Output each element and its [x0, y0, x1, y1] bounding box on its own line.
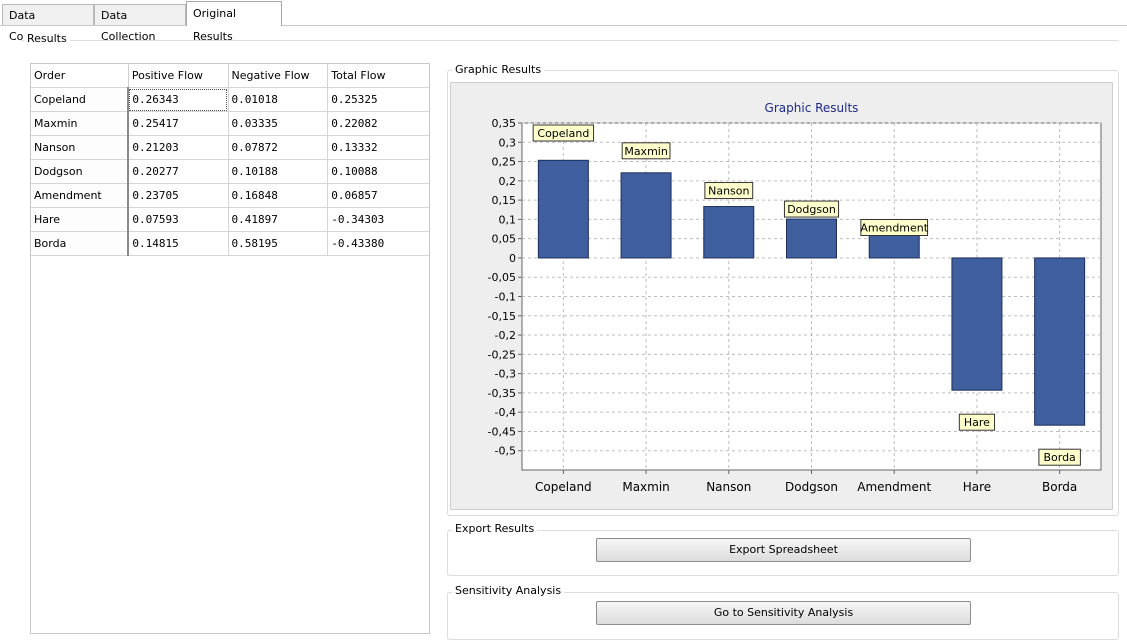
- y-tick-label: -0,05: [488, 271, 516, 284]
- data-label: Dodgson: [787, 203, 836, 216]
- table-row[interactable]: Borda 0.14815 0.58195 -0.43380: [30, 231, 430, 256]
- chart-panel: Graphic Results 0,35 0,3 0,25 0,2 0,15 0,1 0,05…: [450, 82, 1113, 510]
- cell-negative-flow[interactable]: 0.41897: [227, 207, 329, 232]
- table-row[interactable]: Dodgson 0.20277 0.10188 0.10088: [30, 159, 430, 184]
- tab-data-collection-1[interactable]: Data Collection: [2, 4, 94, 43]
- table-row[interactable]: Amendment 0.23705 0.16848 0.06857: [30, 183, 430, 208]
- row-header[interactable]: Copeland: [30, 87, 130, 112]
- data-label: Nanson: [708, 185, 749, 198]
- cell-negative-flow[interactable]: 0.07872: [227, 135, 329, 160]
- row-header[interactable]: Hare: [30, 207, 130, 232]
- row-header[interactable]: Maxmin: [30, 111, 130, 136]
- cell-total-flow[interactable]: 0.22082: [327, 111, 430, 136]
- cell-negative-flow[interactable]: 0.16848: [227, 183, 329, 208]
- sensitivity-analysis-legend: Sensitivity Analysis: [452, 584, 565, 597]
- y-tick-label: -0,15: [488, 310, 516, 323]
- y-tick-label: -0,3: [495, 368, 516, 381]
- tab-data-collection-2[interactable]: Data Collection: [94, 4, 186, 43]
- bar: [951, 257, 1003, 391]
- y-tick-label: 0,2: [499, 175, 517, 188]
- cell-negative-flow[interactable]: 0.03335: [227, 111, 329, 136]
- cell-negative-flow[interactable]: 0.01018: [227, 87, 329, 112]
- y-tick-label: 0,1: [499, 213, 517, 226]
- x-tick-label: Dodgson: [785, 480, 838, 494]
- cell-total-flow[interactable]: 0.13332: [327, 135, 430, 160]
- column-header-positive-flow[interactable]: Positive Flow: [127, 63, 229, 88]
- row-header[interactable]: Dodgson: [30, 159, 130, 184]
- x-tick-label: Borda: [1042, 480, 1077, 494]
- x-tick-label: Maxmin: [622, 480, 669, 494]
- tab-bar: Data Collection Data Collection Original…: [0, 0, 1127, 43]
- cell-positive-flow[interactable]: 0.14815: [127, 231, 229, 256]
- y-tick-label: 0,05: [492, 233, 517, 246]
- bar: [1034, 257, 1086, 426]
- cell-total-flow[interactable]: -0.34303: [327, 207, 430, 232]
- data-label: Borda: [1043, 451, 1075, 464]
- table-row[interactable]: Maxmin 0.25417 0.03335 0.22082: [30, 111, 430, 136]
- cell-positive-flow[interactable]: 0.07593: [127, 207, 229, 232]
- cell-positive-flow[interactable]: 0.21203: [127, 135, 229, 160]
- y-tick-label: -0,2: [495, 329, 516, 342]
- go-to-sensitivity-analysis-button[interactable]: Go to Sensitivity Analysis: [596, 601, 971, 625]
- results-legend: Results: [24, 32, 70, 45]
- graphic-results-legend: Graphic Results: [452, 63, 545, 76]
- row-header[interactable]: Nanson: [30, 135, 130, 160]
- cell-total-flow[interactable]: 0.10088: [327, 159, 430, 184]
- x-tick-label: Copeland: [535, 480, 592, 494]
- export-results-legend: Export Results: [452, 522, 538, 535]
- bar: [620, 172, 672, 259]
- column-header-order[interactable]: Order: [30, 63, 129, 88]
- y-tick-label: -0,5: [495, 445, 516, 458]
- cell-positive-flow[interactable]: 0.20277: [127, 159, 229, 184]
- x-tick-label: Amendment: [857, 480, 931, 494]
- results-table: Order Positive Flow Negative Flow Total …: [30, 63, 430, 256]
- row-header[interactable]: Borda: [30, 231, 130, 256]
- tab-divider: [0, 25, 1127, 26]
- export-spreadsheet-button[interactable]: Export Spreadsheet: [596, 538, 971, 562]
- tab-original-results[interactable]: Original Results: [186, 1, 282, 43]
- data-label: Maxmin: [624, 145, 668, 158]
- data-label: Amendment: [860, 222, 928, 235]
- y-tick-label: 0,25: [492, 156, 517, 169]
- bar: [786, 218, 837, 259]
- column-header-total-flow[interactable]: Total Flow: [327, 63, 430, 88]
- y-tick-label: 0,3: [499, 136, 517, 149]
- x-tick-label: Nanson: [706, 480, 751, 494]
- chart-title: Graphic Results: [765, 101, 859, 115]
- y-tick-label: 0,15: [492, 194, 517, 207]
- table-row[interactable]: Copeland 0.26343 0.01018 0.25325: [30, 87, 430, 112]
- column-header-negative-flow[interactable]: Negative Flow: [227, 63, 329, 88]
- cell-negative-flow[interactable]: 0.58195: [227, 231, 329, 256]
- cell-positive-flow[interactable]: 0.25417: [127, 111, 229, 136]
- data-label: Hare: [964, 416, 990, 429]
- y-tick-label: -0,35: [488, 387, 516, 400]
- bar: [703, 206, 755, 259]
- cell-positive-flow[interactable]: 0.23705: [127, 183, 229, 208]
- cell-total-flow[interactable]: -0.43380: [327, 231, 430, 256]
- x-tick-label: Hare: [963, 480, 991, 494]
- bar: [537, 159, 589, 259]
- table-header-row: Order Positive Flow Negative Flow Total …: [30, 63, 430, 88]
- cell-negative-flow[interactable]: 0.10188: [227, 159, 329, 184]
- table-row[interactable]: Nanson 0.21203 0.07872 0.13332: [30, 135, 430, 160]
- y-tick-label: -0,1: [495, 291, 516, 304]
- cell-positive-flow[interactable]: 0.26343: [127, 87, 229, 112]
- data-label: Copeland: [537, 127, 589, 140]
- y-tick-label: -0,45: [488, 425, 516, 438]
- bar-chart: Graphic Results 0,35 0,3 0,25 0,2 0,15 0,1 0,05…: [488, 101, 1102, 494]
- table-row[interactable]: Hare 0.07593 0.41897 -0.34303: [30, 207, 430, 232]
- y-tick-label: -0,4: [495, 406, 516, 419]
- cell-total-flow[interactable]: 0.06857: [327, 183, 430, 208]
- row-header[interactable]: Amendment: [30, 183, 130, 208]
- y-tick-label: 0: [509, 252, 516, 265]
- y-tick-label: -0,25: [488, 348, 516, 361]
- y-tick-label: 0,35: [492, 117, 517, 130]
- cell-total-flow[interactable]: 0.25325: [327, 87, 430, 112]
